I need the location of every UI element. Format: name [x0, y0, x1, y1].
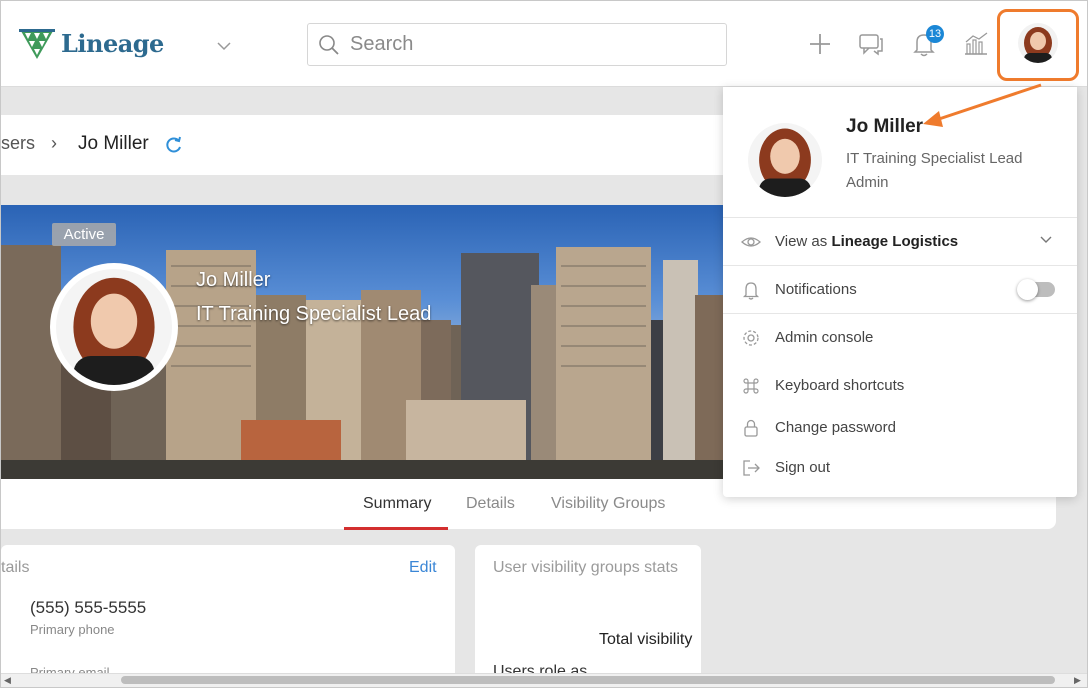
lock-icon [744, 419, 758, 437]
lineage-logo[interactable]: Lineage [19, 25, 164, 61]
chat-icon[interactable] [858, 31, 884, 57]
status-badge: Active [52, 223, 116, 246]
visibility-card-heading: User visibility groups stats [493, 559, 678, 576]
tab-details[interactable]: Details [466, 495, 515, 513]
scrollbar-thumb[interactable] [121, 676, 1055, 684]
sign-out-icon [743, 460, 760, 476]
edit-link[interactable]: Edit [409, 559, 437, 577]
plus-icon[interactable] [807, 31, 833, 57]
profile-name: Jo Miller [196, 269, 271, 291]
toggle-knob[interactable] [1017, 279, 1038, 300]
total-visibility-label: Total visibility [599, 631, 693, 648]
menu-admin-console-label: Admin console [775, 329, 874, 346]
menu-divider [723, 313, 1077, 314]
chevron-down-icon[interactable] [1039, 233, 1053, 247]
menu-change-password-label: Change password [775, 419, 896, 436]
phone-label: Primary phone [30, 622, 115, 637]
search-icon [319, 34, 339, 55]
avatar [1018, 23, 1058, 63]
phone-value: (555) 555-5555 [30, 598, 147, 617]
notification-badge: 13 [926, 25, 944, 43]
view-as-prefix: View as [775, 233, 828, 250]
breadcrumb-current: Jo Miller [78, 133, 149, 154]
command-key-icon [743, 378, 759, 394]
menu-divider [723, 217, 1077, 218]
breadcrumb-parent-link[interactable]: sers [1, 133, 35, 154]
menu-user-title: IT Training Specialist Lead [846, 150, 1023, 167]
gear-icon [743, 330, 759, 346]
chevron-down-icon[interactable] [217, 39, 231, 53]
avatar [56, 269, 172, 385]
menu-user-name: Jo Miller [846, 116, 924, 137]
profile-title: IT Training Specialist Lead [196, 303, 432, 325]
avatar [748, 123, 822, 197]
user-avatar-button[interactable] [997, 9, 1079, 81]
menu-user-role: Admin [846, 174, 889, 191]
lineage-logo-icon [19, 29, 55, 59]
details-card-heading: tails [1, 559, 30, 576]
view-as-org: Lineage Logistics [831, 233, 959, 250]
menu-view-as-label: View as Lineage Logistics [775, 233, 958, 250]
tab-summary[interactable]: Summary [363, 495, 431, 513]
tab-visibility-groups[interactable]: Visibility Groups [551, 495, 665, 513]
search-box[interactable] [307, 23, 727, 66]
breadcrumb-separator: › [51, 133, 57, 153]
app-window: Lineage 13 [0, 0, 1088, 688]
scroll-left-icon[interactable]: ◀ [4, 675, 11, 686]
scroll-right-icon[interactable]: ▶ [1074, 675, 1081, 686]
eye-icon [741, 237, 761, 247]
refresh-icon[interactable] [165, 136, 183, 154]
menu-divider [723, 265, 1077, 266]
profile-photo[interactable] [50, 263, 178, 391]
menu-keyboard-shortcuts-label: Keyboard shortcuts [775, 377, 905, 394]
logo-text: Lineage [61, 28, 164, 58]
bell-icon [742, 282, 760, 300]
analytics-icon[interactable] [963, 31, 989, 57]
search-input[interactable] [350, 33, 710, 56]
menu-sign-out-label: Sign out [775, 459, 831, 476]
menu-notifications-label: Notifications [775, 281, 857, 298]
active-tab-indicator [344, 527, 448, 530]
